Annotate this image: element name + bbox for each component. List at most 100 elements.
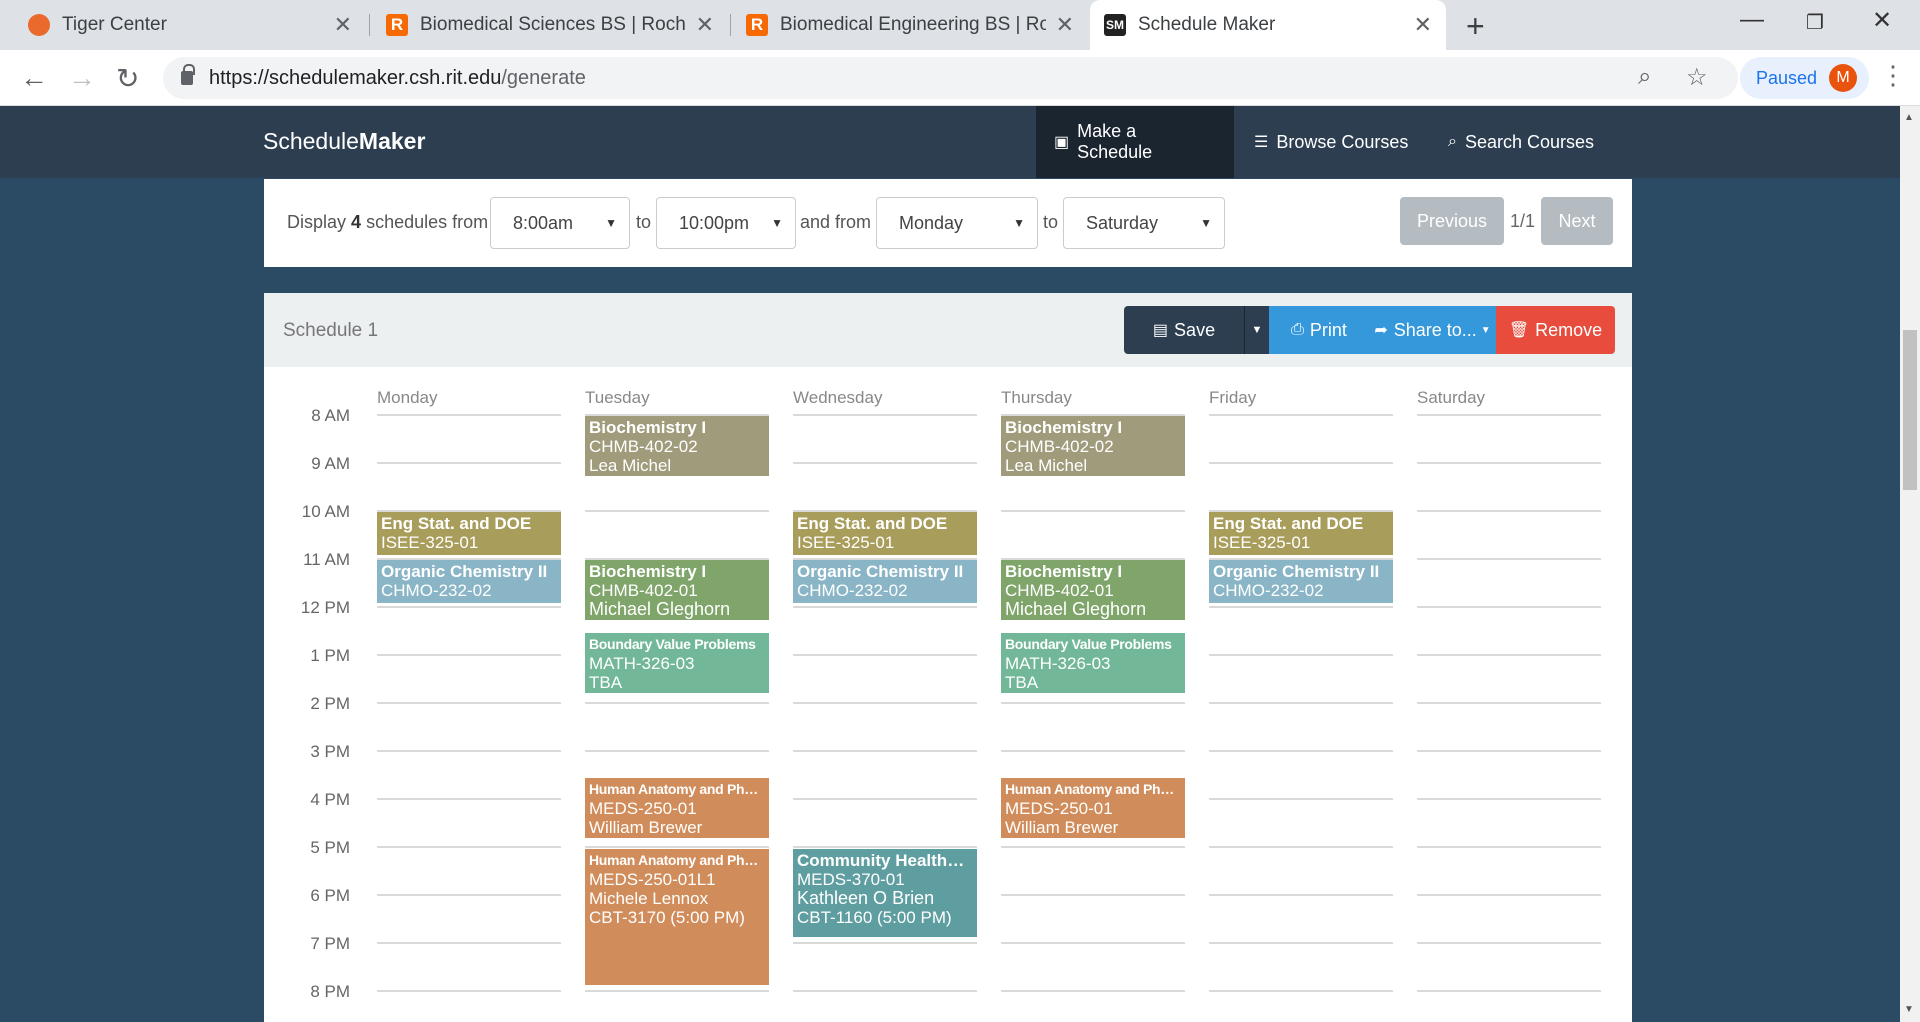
course-block[interactable]: Community Healthcare MEDS-370-01 Kathlee… — [793, 849, 977, 937]
course-block[interactable]: Organic Chemistry II CHMO-232-02 — [793, 560, 977, 603]
hour-gridline — [1417, 462, 1601, 464]
hour-gridline — [793, 606, 977, 608]
minimize-icon[interactable]: — — [1740, 6, 1764, 34]
nav-search-courses[interactable]: ⌕ Search Courses — [1430, 106, 1612, 178]
close-tab-icon[interactable]: ✕ — [1414, 12, 1432, 38]
time-label: 5 PM — [310, 838, 350, 857]
day-header: Friday — [1209, 388, 1257, 407]
scroll-down-icon[interactable]: ▼ — [1904, 1004, 1914, 1015]
zoom-icon[interactable]: ⌕ — [1638, 63, 1651, 91]
close-tab-icon[interactable]: ✕ — [696, 12, 714, 38]
display-count-label: Display 4 schedules from — [287, 212, 489, 232]
restore-icon[interactable]: ❐ — [1806, 10, 1824, 35]
page-indicator: 1/1 — [1510, 211, 1536, 231]
course-instructor: William Brewer — [1005, 818, 1119, 837]
nav-make-schedule[interactable]: ▣ Make a Schedule — [1036, 106, 1234, 178]
remove-button[interactable]: 🗑 Remove — [1496, 306, 1615, 354]
course-code: CHMB-402-01 — [589, 581, 698, 600]
list-icon: ☰ — [1254, 134, 1269, 151]
course-block[interactable]: Eng Stat. and DOE ISEE-325-01 — [1209, 512, 1393, 555]
save-options-button[interactable]: ▼ — [1244, 306, 1269, 354]
hour-gridline — [377, 702, 561, 704]
hour-gridline — [1417, 654, 1601, 656]
print-button[interactable]: ⎙ Print — [1269, 306, 1369, 354]
scroll-up-icon[interactable]: ▲ — [1904, 112, 1914, 123]
course-code: CHMO-232-02 — [1213, 581, 1324, 600]
course-instructor: Lea Michel — [589, 456, 672, 475]
end-day-select[interactable]: Saturday ▼ — [1063, 197, 1225, 249]
time-label: 4 PM — [310, 790, 350, 809]
course-instructor: Michael Gleghorn — [1005, 600, 1147, 619]
course-instructor: William Brewer — [589, 818, 703, 837]
avatar: M — [1829, 64, 1858, 92]
course-location: CBT-3170 (5:00 PM) — [589, 908, 745, 927]
course-code: MEDS-250-01 — [1005, 799, 1113, 818]
hour-gridline — [585, 750, 769, 752]
hour-gridline — [1417, 558, 1601, 560]
hour-gridline — [793, 702, 977, 704]
hour-gridline — [1209, 894, 1393, 896]
course-block[interactable]: Biochemistry I CHMB-402-02 Lea Michel — [585, 416, 769, 476]
time-label: 2 PM — [310, 694, 350, 713]
hour-gridline — [793, 750, 977, 752]
brand-logo[interactable]: ScheduleMaker — [263, 128, 425, 155]
url-text: https://schedulemaker.csh.rit.edu/genera… — [209, 66, 586, 89]
scrollbar-thumb[interactable] — [1903, 330, 1917, 490]
start-time-select[interactable]: 8:00am ▼ — [490, 197, 630, 249]
forward-icon[interactable]: → — [68, 62, 96, 94]
hour-gridline — [1417, 990, 1601, 992]
profile-button[interactable]: Paused M — [1740, 57, 1870, 99]
reload-icon[interactable]: ↻ — [116, 62, 139, 95]
browser-tab-tiger-center[interactable]: Tiger Center ✕ — [14, 0, 366, 50]
share-button[interactable]: ➦ Share to... ▼ — [1369, 306, 1496, 354]
course-block[interactable]: Human Anatomy and Phys... MEDS-250-01 Wi… — [1001, 778, 1185, 838]
course-block[interactable]: Eng Stat. and DOE ISEE-325-01 — [377, 512, 561, 555]
previous-button[interactable]: Previous — [1400, 197, 1504, 245]
course-block[interactable]: Organic Chemistry II CHMO-232-02 — [377, 560, 561, 603]
course-name: Organic Chemistry II — [381, 562, 548, 581]
schedule-header: Schedule 1 ▤ Save ▼ ⎙ Print ➦ Share to... ▼ … — [264, 293, 1632, 367]
end-time-select[interactable]: 10:00pm ▼ — [656, 197, 796, 249]
back-icon[interactable]: ← — [20, 62, 48, 94]
start-day-select[interactable]: Monday ▼ — [876, 197, 1038, 249]
course-block[interactable]: Human Anatomy and Phys... MEDS-250-01L1 … — [585, 849, 769, 985]
hour-gridline — [1209, 606, 1393, 608]
browser-tab-schedule-maker[interactable]: SM Schedule Maker ✕ — [1090, 0, 1446, 50]
tab-separator — [730, 14, 731, 36]
course-block[interactable]: Organic Chemistry II CHMO-232-02 — [1209, 560, 1393, 603]
page-scrollbar[interactable]: ▲ ▼ — [1900, 106, 1920, 1022]
hour-gridline — [1417, 750, 1601, 752]
save-button[interactable]: ▤ Save — [1124, 306, 1244, 354]
course-block[interactable]: Human Anatomy and Phys... MEDS-250-01 Wi… — [585, 778, 769, 838]
hour-gridline — [377, 606, 561, 608]
course-block[interactable]: Biochemistry I CHMB-402-02 Lea Michel — [1001, 416, 1185, 476]
course-code: ISEE-325-01 — [1213, 533, 1311, 552]
course-name: Human Anatomy and Phys... — [589, 852, 765, 868]
hour-gridline — [585, 702, 769, 704]
close-tab-icon[interactable]: ✕ — [334, 12, 352, 38]
browser-tab-biomedical-engineering[interactable]: R Biomedical Engineering BS | Roch ✕ — [732, 0, 1088, 50]
url-field[interactable]: https://schedulemaker.csh.rit.edu/genera… — [163, 57, 1738, 99]
course-block[interactable]: Eng Stat. and DOE ISEE-325-01 — [793, 512, 977, 555]
menu-icon[interactable]: ⋮ — [1880, 60, 1906, 91]
course-name: Boundary Value Problems — [589, 636, 756, 652]
hour-gridline — [1417, 942, 1601, 944]
nav-browse-courses[interactable]: ☰ Browse Courses — [1236, 106, 1426, 178]
hour-gridline — [585, 990, 769, 992]
next-button[interactable]: Next — [1541, 197, 1613, 245]
course-block[interactable]: Boundary Value Problems MATH-326-03 TBA — [1001, 633, 1185, 693]
close-tab-icon[interactable]: ✕ — [1056, 12, 1074, 38]
course-block[interactable]: Biochemistry I CHMB-402-01 Michael Glegh… — [1001, 560, 1185, 620]
course-block[interactable]: Biochemistry I CHMB-402-01 Michael Glegh… — [585, 560, 769, 620]
course-block[interactable]: Boundary Value Problems MATH-326-03 TBA — [585, 633, 769, 693]
star-icon[interactable]: ☆ — [1686, 63, 1708, 92]
day-header: Tuesday — [585, 388, 650, 407]
browser-tab-biomedical-sciences[interactable]: R Biomedical Sciences BS | Rochest ✕ — [372, 0, 728, 50]
print-icon: ⎙ — [1291, 321, 1304, 338]
tab-title: Tiger Center — [62, 14, 167, 35]
hour-gridline — [1209, 654, 1393, 656]
course-name: Biochemistry I — [1005, 562, 1123, 581]
new-tab-icon[interactable]: + — [1466, 8, 1485, 45]
hour-gridline — [1209, 846, 1393, 848]
close-window-icon[interactable]: ✕ — [1872, 6, 1892, 35]
